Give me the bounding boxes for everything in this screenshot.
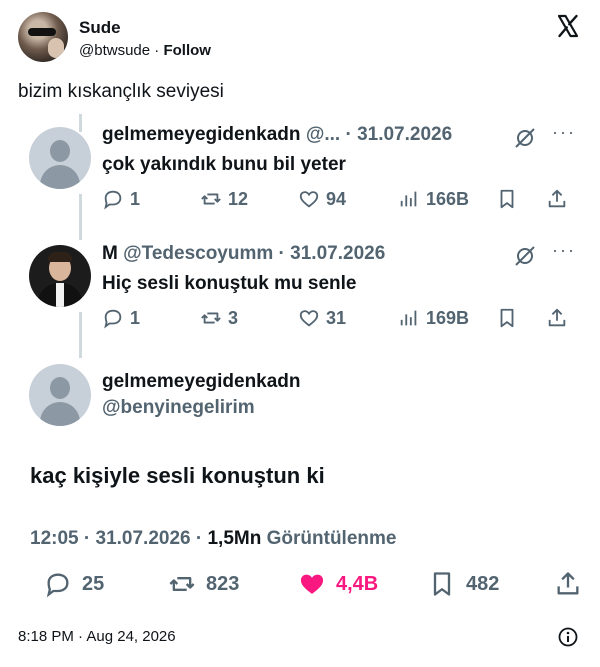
post-timestamp[interactable]: 8:18 PM · Aug 24, 2026 (18, 628, 176, 645)
reply1-avatar[interactable] (29, 127, 91, 189)
bookmark-button[interactable] (496, 307, 524, 329)
reply1-name[interactable]: gelmemeyegidenkadn (102, 124, 301, 145)
reply2-actions: 1 3 31 169B (102, 307, 572, 333)
reply-icon (104, 190, 122, 210)
main-reply-actions: 25 823 4,4B 482 (30, 570, 582, 600)
repost-count: 823 (206, 572, 240, 595)
reply-button[interactable]: 1 (102, 188, 140, 210)
author-handle[interactable]: @btwsude (79, 42, 150, 59)
embedded-thread: gelmemeyegidenkadn @... · 31.07.2026 ···… (18, 112, 582, 620)
like-icon (299, 191, 319, 208)
share-button[interactable] (546, 188, 574, 210)
reply1-date[interactable]: 31.07.2026 (357, 124, 452, 145)
author-name[interactable]: Sude (79, 18, 121, 38)
repost-button[interactable]: 12 (200, 188, 248, 210)
like-count: 4,4B (336, 572, 379, 595)
like-button[interactable]: 4,4B (298, 570, 378, 598)
reply2-handle[interactable]: @Tedescoyumm (123, 243, 273, 264)
main-reply-meta: 12:05 · 31.07.2026 · 1,5Mn Görüntülenme (30, 528, 397, 549)
reply2-date[interactable]: 31.07.2026 (290, 243, 385, 264)
reply2-header: M @Tedescoyumm · 31.07.2026 (102, 243, 386, 264)
like-count: 94 (326, 188, 347, 209)
like-button[interactable]: 94 (298, 188, 346, 210)
grok-icon[interactable] (514, 245, 536, 267)
reply1-handle[interactable]: @... (306, 124, 340, 145)
reply-icon (104, 309, 122, 329)
share-icon (548, 189, 566, 208)
main-reply-avatar[interactable] (29, 364, 91, 426)
post-text: bizim kıskançlık seviyesi (18, 81, 224, 102)
reply2-avatar[interactable] (29, 245, 91, 307)
reply-button[interactable]: 1 (102, 307, 140, 329)
views-count: 166B (426, 188, 470, 209)
main-reply-name[interactable]: gelmemeyegidenkadn (102, 371, 301, 393)
share-button[interactable] (546, 307, 574, 329)
views-button[interactable]: 166B (398, 188, 469, 210)
thread-line (79, 312, 82, 358)
info-icon[interactable] (558, 627, 578, 647)
repost-icon (201, 193, 221, 205)
repost-button[interactable]: 823 (168, 570, 239, 598)
main-reply-views-label: Görüntülenme (266, 528, 397, 549)
repost-icon (169, 577, 195, 591)
x-logo-icon[interactable] (556, 14, 580, 38)
reply2-text: Hiç sesli konuştuk mu senle (102, 273, 357, 294)
main-reply-views: 1,5Mn (207, 528, 262, 549)
share-icon (557, 572, 579, 595)
like-icon (299, 310, 319, 327)
like-count: 31 (326, 307, 347, 328)
bookmark-icon (433, 572, 451, 596)
bookmark-button[interactable] (496, 188, 524, 210)
main-reply-date[interactable]: 31.07.2026 (96, 528, 191, 549)
reply-count: 1 (130, 307, 141, 328)
views-icon (400, 191, 417, 207)
repost-icon (201, 312, 221, 324)
grok-icon[interactable] (514, 127, 536, 149)
author-avatar[interactable] (18, 12, 68, 62)
like-icon (300, 574, 324, 594)
handle-separator: · (150, 42, 164, 59)
share-button[interactable] (554, 570, 592, 598)
reply-count: 1 (130, 188, 141, 209)
reply-icon (46, 573, 69, 598)
reply-count: 25 (82, 572, 105, 595)
reply2-name[interactable]: M (102, 243, 118, 264)
bookmark-icon (500, 189, 514, 209)
main-reply-handle[interactable]: @benyinegelirim (102, 397, 255, 419)
main-reply-time[interactable]: 12:05 (30, 528, 79, 549)
views-icon (400, 310, 417, 326)
repost-count: 12 (228, 188, 249, 209)
reply1-header: gelmemeyegidenkadn @... · 31.07.2026 (102, 124, 453, 145)
bookmark-icon (500, 308, 514, 328)
reply1-text: çok yakındık bunu bil yeter (102, 154, 346, 175)
main-reply-text: kaç kişiyle sesli konuştun ki (30, 463, 325, 488)
repost-count: 3 (228, 307, 239, 328)
reply-button[interactable]: 25 (44, 570, 104, 598)
more-icon[interactable]: ··· (552, 122, 576, 143)
reply1-actions: 1 12 94 166B (102, 188, 572, 214)
thread-line (79, 194, 82, 240)
more-icon[interactable]: ··· (552, 240, 576, 261)
thread-line (79, 114, 82, 132)
repost-button[interactable]: 3 (200, 307, 238, 329)
bookmark-count: 482 (466, 572, 500, 595)
views-button[interactable]: 169B (398, 307, 469, 329)
bookmark-button[interactable]: 482 (428, 570, 499, 598)
author-handle-line: @btwsude · Follow (79, 42, 211, 59)
tweet-header: Sude @btwsude · Follow (18, 12, 582, 64)
follow-button[interactable]: Follow (163, 42, 211, 59)
like-button[interactable]: 31 (298, 307, 346, 329)
share-icon (548, 308, 566, 327)
views-count: 169B (426, 307, 470, 328)
